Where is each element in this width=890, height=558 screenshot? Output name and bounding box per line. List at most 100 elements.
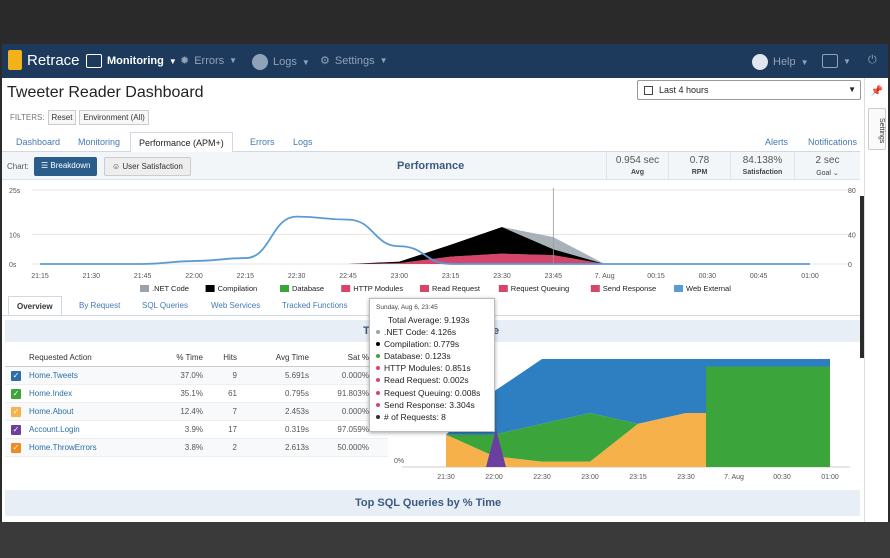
table-row[interactable]: ✓ Home.Index 35.1% 61 0.795s 91.803% [5, 385, 388, 403]
row-action[interactable]: Home.About [27, 407, 143, 416]
x-tick-label: 23:30 [493, 273, 511, 280]
tab-logs[interactable]: Logs [293, 137, 313, 147]
row-sat: 0.000% [341, 407, 369, 416]
tab-errors[interactable]: Errors [250, 137, 275, 147]
check-icon: ✓ [11, 370, 21, 381]
environment-filter[interactable]: Environment (All) [79, 110, 149, 125]
col-avg-time[interactable]: Avg Time [241, 353, 313, 362]
table-row[interactable]: ✓ Account.Login 3.9% 17 0.319s 97.059% [5, 421, 388, 439]
x-tick-label: 22:30 [288, 273, 306, 280]
col-sat[interactable]: Sat % [313, 353, 373, 362]
chart-toolbar: Chart: ☰ Breakdown ☺ User Satisfaction P… [2, 152, 860, 180]
subtab-web-services[interactable]: Web Services [211, 301, 260, 310]
tooltip-row-label: HTTP Modules: 0.851s [384, 363, 471, 374]
series-dot-icon [376, 330, 380, 335]
table-row[interactable]: ✓ Home.About 12.4% 7 2.453s 0.000% [5, 403, 388, 421]
y-right-tick-label: 40 [848, 232, 856, 239]
col-pct-time[interactable]: % Time [143, 353, 207, 362]
x-tick-label: 7. Aug [724, 474, 744, 481]
table-row[interactable]: ✓ Home.Tweets 37.0% 9 5.691s 0.000% [5, 367, 388, 385]
settings-side-tab[interactable]: Settings [868, 108, 886, 150]
row-checkbox[interactable]: ✓ [5, 388, 27, 399]
legend-label: Read Request [432, 284, 481, 293]
row-action[interactable]: Home.Tweets [27, 371, 143, 380]
row-hits: 17 [228, 425, 237, 434]
nav-errors[interactable]: ✹ Errors ▼ [180, 54, 237, 68]
legend-swatch [341, 285, 351, 292]
x-tick-label: 23:00 [581, 474, 599, 481]
subtab-by-request[interactable]: By Request [79, 301, 120, 310]
stat-goal[interactable]: 2 sec Goal ⌄ [794, 152, 860, 180]
row-checkbox[interactable]: ✓ [5, 442, 27, 453]
tooltip-row: Database: 0.123s [376, 350, 488, 362]
caret-down-icon: ▼ [301, 57, 310, 67]
pin-icon[interactable]: 📌 [869, 86, 885, 102]
row-checkbox[interactable]: ✓ [5, 406, 27, 417]
row-checkbox[interactable]: ✓ [5, 370, 27, 381]
nav-logs[interactable]: Logs ▼ [252, 54, 310, 70]
tooltip-row: # of Requests: 8 [376, 411, 488, 423]
row-pct: 12.4% [180, 407, 203, 416]
x-tick-label: 7. Aug [595, 273, 615, 280]
tab-alerts[interactable]: Alerts [765, 137, 788, 147]
nav-settings[interactable]: ⚙ Settings ▼ [320, 54, 388, 68]
legend-label: .NET Code [152, 284, 189, 293]
col-action[interactable]: Requested Action [27, 353, 143, 362]
tooltip-row-label: # of Requests: 8 [384, 411, 446, 422]
row-avg: 2.613s [284, 443, 309, 452]
subtab-tracked-functions[interactable]: Tracked Functions [282, 301, 348, 310]
subtab-sql-queries[interactable]: SQL Queries [142, 301, 188, 310]
x-tick-label: 22:45 [339, 273, 357, 280]
row-pct: 35.1% [180, 389, 203, 398]
requests-table: Requested Action % Time Hits Avg Time Sa… [5, 349, 388, 457]
list-icon: ☰ [41, 161, 51, 170]
tab-notifications[interactable]: Notifications [808, 137, 857, 147]
stat-avg-value: 0.954 sec [615, 155, 660, 166]
row-action[interactable]: Account.Login [27, 425, 143, 434]
subtab-overview[interactable]: Overview [8, 296, 62, 315]
row-checkbox[interactable]: ✓ [5, 424, 27, 435]
stat-rpm-value: 0.78 [689, 155, 710, 166]
nav-logout[interactable]: ⏻ [868, 54, 877, 67]
brand-logo[interactable]: Retrace [8, 50, 80, 70]
nav-monitoring-label: Monitoring [107, 55, 164, 67]
tab-dashboard[interactable]: Dashboard [16, 137, 60, 147]
legend-swatch [674, 285, 683, 292]
stat-goal-value: 2 sec [815, 155, 840, 166]
brand-name: Retrace [27, 51, 80, 69]
check-icon: ✓ [11, 442, 21, 453]
reset-filter-button[interactable]: Reset [47, 110, 77, 125]
legend-swatch [280, 285, 289, 292]
top-nav: Retrace Monitoring ▼ ✹ Errors ▼ Logs ▼ ⚙ Se… [2, 44, 888, 78]
y-tick-label: 0% [394, 458, 404, 465]
tab-monitoring[interactable]: Monitoring [78, 137, 120, 147]
nav-monitoring[interactable]: Monitoring ▼ [86, 54, 177, 68]
caret-down-icon: ▼ [168, 56, 177, 66]
table-row[interactable]: ✓ Home.ThrowErrors 3.8% 2 2.613s 50.000% [5, 439, 388, 457]
help-icon [752, 54, 768, 70]
dashboard-header: Tweeter Reader Dashboard FILTERS: Reset … [2, 78, 888, 132]
time-range-value: Last 4 hours [659, 85, 709, 95]
time-range-select[interactable]: Last 4 hours ▼ [637, 80, 861, 100]
tooltip-row-label: Compilation: 0.779s [384, 339, 460, 350]
stat-avg: 0.954 sec Avg [606, 152, 668, 180]
legend-swatch [140, 285, 149, 292]
row-avg: 0.795s [284, 389, 309, 398]
row-sat: 97.059% [337, 425, 369, 434]
row-action[interactable]: Home.ThrowErrors [27, 443, 143, 452]
breakdown-button[interactable]: ☰ Breakdown [34, 157, 98, 176]
tab-performance[interactable]: Performance (APM+) [130, 132, 233, 153]
user-satisfaction-button[interactable]: ☺ User Satisfaction [104, 157, 191, 176]
x-tick-label: 23:45 [545, 273, 563, 280]
col-hits[interactable]: Hits [207, 353, 241, 362]
row-avg: 5.691s [284, 371, 309, 380]
nav-calendar[interactable]: ▼ [822, 54, 851, 68]
x-tick-label: 00:45 [750, 273, 768, 280]
nav-help[interactable]: Help ▼ [752, 54, 809, 70]
caret-down-icon: ▼ [800, 57, 809, 67]
x-tick-label: 01:00 [821, 474, 839, 481]
row-action[interactable]: Home.Index [27, 389, 143, 398]
row-sat: 91.803% [337, 389, 369, 398]
performance-chart[interactable]: 25s 10s 0s 80 40 0 21:15 21:30 21:45 22:00 22:15 22… [2, 180, 860, 294]
stat-rpm: 0.78 RPM [668, 152, 730, 180]
